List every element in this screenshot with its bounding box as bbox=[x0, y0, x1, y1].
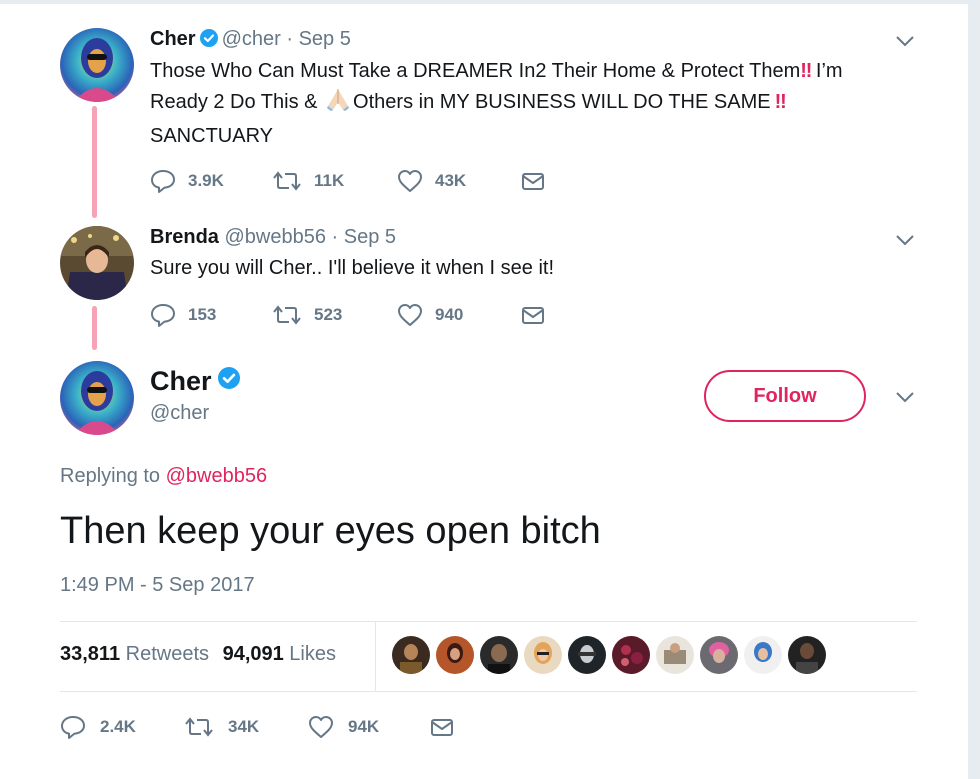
like-count: 94K bbox=[348, 717, 380, 736]
tweet-text: Sure you will Cher.. I'll believe it whe… bbox=[150, 257, 555, 279]
tweet-actions: 3.9K 11K 43K bbox=[150, 168, 545, 194]
engagement-stats: 33,811 Retweets 94,091 Likes bbox=[60, 641, 336, 667]
verified-badge-icon bbox=[199, 28, 218, 54]
tweet-text-line: Those Who Can Must Take a DREAMER In2 Th… bbox=[150, 60, 801, 82]
reply-count: 3.9K bbox=[188, 171, 224, 190]
tweet-header: Cher @cher · Sep 5 bbox=[150, 26, 351, 54]
liker-avatar[interactable] bbox=[612, 636, 650, 674]
thread-connector bbox=[92, 306, 97, 350]
main-tweet-actions: 2.4K 34K 94K bbox=[60, 713, 454, 741]
reply-icon bbox=[61, 716, 85, 739]
tweet-text-line: Others in MY BUSINESS WILL DO THE SAME bbox=[353, 91, 771, 113]
retweet-icon bbox=[273, 305, 301, 325]
retweet-count: 34K bbox=[228, 717, 260, 736]
author-name[interactable]: Cher bbox=[150, 28, 196, 50]
liker-avatar[interactable] bbox=[700, 636, 738, 674]
tweet-timestamp[interactable]: 1:49 PM - 5 Sep 2017 bbox=[60, 572, 255, 598]
tweet-card: Cher @cher · Sep 5 Those Who Can Must Tak… bbox=[0, 0, 968, 779]
reply-count: 153 bbox=[188, 305, 217, 324]
retweet-icon bbox=[185, 717, 213, 737]
chevron-down-icon[interactable] bbox=[894, 233, 916, 247]
direct-message-button[interactable] bbox=[430, 717, 454, 737]
like-count: 940 bbox=[435, 305, 464, 324]
main-author-handle[interactable]: @cher bbox=[150, 400, 209, 426]
retweet-icon bbox=[273, 171, 301, 191]
separator-dot: · bbox=[286, 28, 294, 50]
tweet-header: Brenda @bwebb56 · Sep 5 bbox=[150, 224, 396, 250]
like-total-label: Likes bbox=[283, 643, 336, 665]
liker-avatars bbox=[392, 636, 832, 674]
liker-avatar[interactable] bbox=[656, 636, 694, 674]
retweets-stat[interactable]: 33,811 Retweets bbox=[60, 643, 209, 665]
tweet-text-line: SANCTUARY bbox=[150, 125, 273, 147]
likes-stat[interactable]: 94,091 Likes bbox=[223, 643, 336, 665]
chevron-down-icon[interactable] bbox=[894, 390, 916, 404]
tweet-text: Those Who Can Must Take a DREAMER In2 Th… bbox=[150, 56, 920, 151]
double-exclamation-emoji: ‼ bbox=[800, 60, 812, 82]
main-tweet-text: Then keep your eyes open bitch bbox=[60, 510, 601, 552]
heart-icon bbox=[309, 716, 333, 738]
separator-dot: · bbox=[331, 226, 339, 248]
direct-message-button[interactable] bbox=[521, 305, 545, 325]
author-handle[interactable]: @bwebb56 bbox=[224, 226, 325, 248]
liker-avatar[interactable] bbox=[392, 636, 430, 674]
divider bbox=[60, 621, 917, 622]
liker-avatar[interactable] bbox=[436, 636, 474, 674]
author-handle[interactable]: @cher bbox=[222, 28, 281, 50]
brenda-avatar[interactable] bbox=[60, 226, 134, 300]
cher-avatar[interactable] bbox=[60, 28, 134, 102]
replying-to: Replying to @bwebb56 bbox=[60, 463, 267, 489]
retweet-button[interactable]: 11K bbox=[272, 170, 397, 192]
stats-divider bbox=[375, 622, 376, 692]
reply-count: 2.4K bbox=[100, 717, 136, 736]
tweet-actions: 153 523 940 bbox=[150, 302, 545, 328]
retweet-button[interactable]: 34K bbox=[184, 716, 308, 738]
reply-button[interactable]: 2.4K bbox=[60, 715, 184, 739]
retweet-total: 33,811 bbox=[60, 643, 121, 665]
main-author-name-text: Cher bbox=[150, 366, 212, 396]
retweet-button[interactable]: 523 bbox=[272, 304, 397, 326]
double-exclamation-emoji: ‼ bbox=[774, 91, 787, 113]
retweet-count: 11K bbox=[314, 171, 345, 190]
folded-hands-emoji-icon bbox=[325, 86, 351, 121]
envelope-icon bbox=[431, 719, 453, 736]
follow-button[interactable]: Follow bbox=[704, 370, 866, 422]
chevron-down-icon[interactable] bbox=[894, 34, 916, 48]
main-author-avatar[interactable] bbox=[60, 361, 134, 435]
reply-icon bbox=[151, 304, 175, 327]
envelope-icon bbox=[522, 173, 544, 190]
retweet-total-label: Retweets bbox=[120, 643, 210, 665]
tweet-text-line: Ready 2 Do This & bbox=[150, 91, 324, 113]
tweet-date[interactable]: Sep 5 bbox=[299, 28, 351, 50]
thread-connector bbox=[92, 106, 97, 218]
author-name[interactable]: Brenda bbox=[150, 226, 219, 248]
like-button[interactable]: 940 bbox=[397, 303, 521, 327]
verified-badge-icon bbox=[217, 362, 240, 398]
like-button[interactable]: 94K bbox=[308, 715, 432, 739]
main-author-name[interactable]: Cher bbox=[150, 362, 244, 399]
heart-icon bbox=[398, 170, 422, 192]
liker-avatar[interactable] bbox=[788, 636, 826, 674]
replying-to-label: Replying to bbox=[60, 465, 166, 487]
liker-avatar[interactable] bbox=[568, 636, 606, 674]
reply-button[interactable]: 3.9K bbox=[150, 169, 272, 193]
reply-button[interactable]: 153 bbox=[150, 303, 272, 327]
heart-icon bbox=[398, 304, 422, 326]
divider bbox=[60, 691, 917, 692]
liker-avatar[interactable] bbox=[480, 636, 518, 674]
liker-avatar[interactable] bbox=[524, 636, 562, 674]
like-button[interactable]: 43K bbox=[397, 169, 521, 193]
like-count: 43K bbox=[435, 171, 467, 190]
tweet-date[interactable]: Sep 5 bbox=[344, 226, 396, 248]
envelope-icon bbox=[522, 307, 544, 324]
liker-avatar[interactable] bbox=[744, 636, 782, 674]
reply-icon bbox=[151, 170, 175, 193]
retweet-count: 523 bbox=[314, 305, 343, 324]
like-total: 94,091 bbox=[222, 643, 284, 665]
replying-to-mention[interactable]: @bwebb56 bbox=[166, 465, 267, 487]
tweet-text-line: I’m bbox=[810, 60, 843, 82]
direct-message-button[interactable] bbox=[521, 171, 545, 191]
